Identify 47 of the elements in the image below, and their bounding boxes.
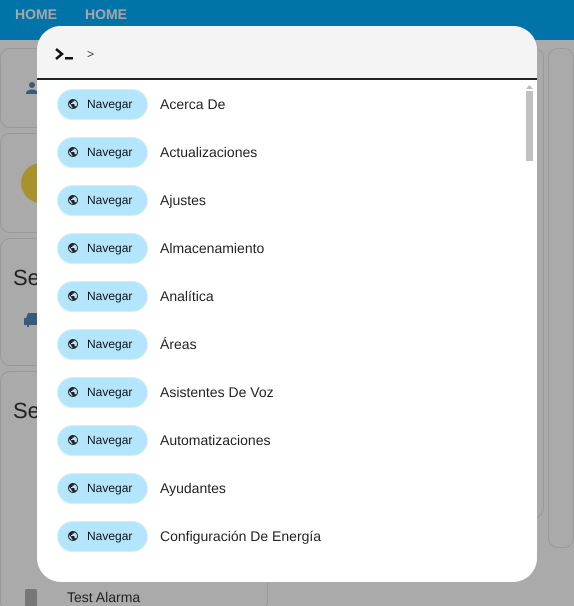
command-label: Almacenamiento [160,238,264,258]
command-label: Ajustes [160,190,206,210]
globe-icon [67,194,79,206]
command-item[interactable]: Navegar Configuración De Energía [37,512,525,560]
command-item[interactable]: Navegar Analítica [37,272,525,320]
globe-icon [67,290,79,302]
navigate-chip: Navegar [57,376,148,408]
command-label: Asistentes De Voz [160,382,274,402]
command-item[interactable]: Navegar Ajustes [37,176,525,224]
command-item[interactable]: Navegar Asistentes De Voz [37,368,525,416]
command-field[interactable]: > [37,26,537,80]
command-label: Actualizaciones [160,142,258,162]
command-label: Ayudantes [160,478,226,498]
scrollbar-thumb[interactable] [526,91,532,161]
command-label: Analítica [160,286,214,306]
globe-icon [67,530,79,542]
navigate-chip: Navegar [57,232,148,264]
command-item[interactable]: Navegar Acerca De [37,80,525,128]
command-item[interactable]: Navegar Almacenamiento [37,224,525,272]
command-label: Configuración De Energía [160,526,322,546]
command-label: Automatizaciones [160,430,271,450]
navigate-chip: Navegar [57,280,148,312]
entity-name: Test Alarma [67,588,140,606]
globe-icon [67,386,79,398]
globe-icon [67,338,79,350]
device-icon [25,588,37,606]
command-label: Acerca De [160,94,226,114]
navigate-chip: Navegar [57,520,148,552]
command-prompt: > [87,46,94,63]
command-item[interactable]: Navegar Ayudantes [37,464,525,512]
globe-icon [67,98,79,110]
command-item[interactable]: Navegar Áreas [37,320,525,368]
command-item[interactable]: Navegar Automatizaciones [37,416,525,464]
globe-icon [67,434,79,446]
navigate-chip: Navegar [57,328,148,360]
navigate-chip: Navegar [57,88,148,120]
navigate-chip: Navegar [57,424,148,456]
navigate-chip: Navegar [57,472,148,504]
terminal-icon [55,47,75,61]
globe-icon [67,146,79,158]
globe-icon [67,242,79,254]
command-item[interactable]: Navegar Actualizaciones [37,128,525,176]
navigate-chip: Navegar [57,136,148,168]
command-label: Áreas [160,334,197,354]
globe-icon [67,482,79,494]
scroll-up-arrow-icon [526,85,532,89]
navigate-chip: Navegar [57,184,148,216]
